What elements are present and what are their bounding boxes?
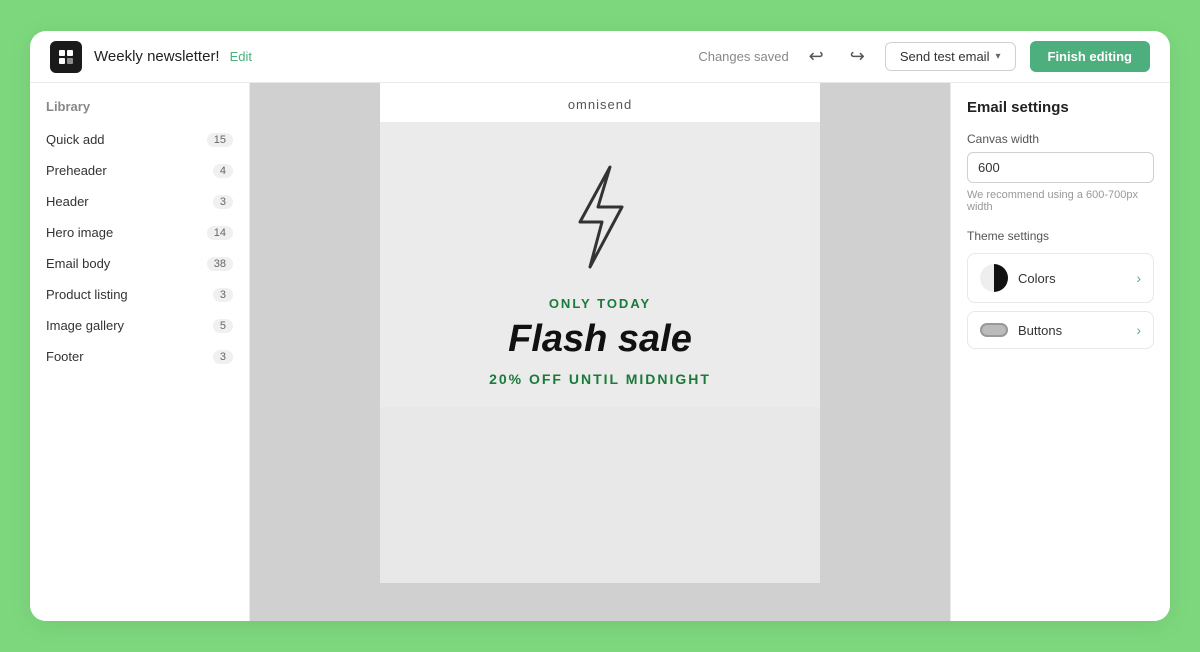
sidebar-item-hero-image[interactable]: Hero image 14	[30, 217, 249, 248]
finish-editing-button[interactable]: Finish editing	[1030, 41, 1151, 72]
sidebar-item-badge: 15	[207, 133, 233, 147]
sidebar-title: Library	[30, 99, 249, 124]
colors-label: Colors	[1018, 271, 1056, 286]
top-bar: Weekly newsletter! Edit Changes saved ↩ …	[30, 31, 1170, 83]
email-canvas: omnisend ONLY TODAY Flash sale 20% OFF U…	[380, 83, 820, 583]
sidebar-item-badge: 38	[207, 257, 233, 271]
sidebar-item-image-gallery[interactable]: Image gallery 5	[30, 310, 249, 341]
sidebar-item-label: Footer	[46, 349, 84, 364]
theme-settings-label: Theme settings	[967, 229, 1154, 243]
main-area: Library Quick add 15 Preheader 4 Header …	[30, 83, 1170, 621]
sidebar-item-label: Product listing	[46, 287, 128, 302]
brand-name: omnisend	[568, 97, 632, 112]
sidebar-item-quick-add[interactable]: Quick add 15	[30, 124, 249, 155]
recommend-text: We recommend using a 600-700px width	[967, 189, 1154, 213]
sidebar-item-label: Preheader	[46, 163, 107, 178]
only-today-text: ONLY TODAY	[549, 296, 651, 311]
sidebar-item-email-body[interactable]: Email body 38	[30, 248, 249, 279]
theme-colors-item[interactable]: Colors ›	[967, 253, 1154, 303]
flash-sale-text: Flash sale	[508, 319, 692, 361]
sidebar-item-label: Image gallery	[46, 318, 124, 333]
sidebar-item-badge: 3	[213, 195, 233, 209]
sidebar-item-label: Email body	[46, 256, 110, 271]
sidebar-item-preheader[interactable]: Preheader 4	[30, 155, 249, 186]
sidebar-item-label: Header	[46, 194, 89, 209]
email-canvas-area: omnisend ONLY TODAY Flash sale 20% OFF U…	[250, 83, 950, 621]
theme-colors-left: Colors	[980, 264, 1056, 292]
buttons-chevron-icon: ›	[1136, 322, 1141, 338]
theme-buttons-left: Buttons	[980, 323, 1062, 338]
edit-link[interactable]: Edit	[230, 49, 252, 64]
redo-button[interactable]: ↪	[844, 42, 871, 71]
sidebar-item-badge: 5	[213, 319, 233, 333]
canvas-width-label: Canvas width	[967, 132, 1154, 146]
sidebar-item-badge: 3	[213, 288, 233, 302]
sidebar-item-product-listing[interactable]: Product listing 3	[30, 279, 249, 310]
email-brand-bar: omnisend	[380, 83, 820, 122]
sidebar-item-footer[interactable]: Footer 3	[30, 341, 249, 372]
title-area: Weekly newsletter! Edit	[94, 48, 252, 65]
sidebar-item-badge: 4	[213, 164, 233, 178]
sidebar-item-header[interactable]: Header 3	[30, 186, 249, 217]
panel-title: Email settings	[967, 99, 1154, 116]
undo-button[interactable]: ↩	[803, 42, 830, 71]
sidebar-item-label: Hero image	[46, 225, 113, 240]
colors-chevron-icon: ›	[1136, 270, 1141, 286]
app-window: Weekly newsletter! Edit Changes saved ↩ …	[30, 31, 1170, 621]
document-title: Weekly newsletter!	[94, 48, 220, 65]
sidebar-item-badge: 14	[207, 226, 233, 240]
send-test-button[interactable]: Send test email ▾	[885, 42, 1016, 71]
changes-saved-status: Changes saved	[698, 49, 788, 64]
right-panel: Email settings Canvas width We recommend…	[950, 83, 1170, 621]
buttons-label: Buttons	[1018, 323, 1062, 338]
colors-icon	[980, 264, 1008, 292]
sidebar-item-badge: 3	[213, 350, 233, 364]
sidebar-item-label: Quick add	[46, 132, 105, 147]
send-test-chevron-icon: ▾	[995, 51, 1000, 62]
canvas-width-input[interactable]	[967, 152, 1154, 183]
app-logo	[50, 41, 82, 73]
theme-buttons-item[interactable]: Buttons ›	[967, 311, 1154, 349]
top-bar-right: Changes saved ↩ ↪ Send test email ▾ Fini…	[698, 41, 1150, 72]
sidebar: Library Quick add 15 Preheader 4 Header …	[30, 83, 250, 621]
send-test-label: Send test email	[900, 49, 990, 64]
lightning-icon	[560, 162, 640, 272]
buttons-icon	[980, 323, 1008, 337]
discount-text: 20% OFF UNTIL MIDNIGHT	[489, 371, 711, 387]
email-hero-section: ONLY TODAY Flash sale 20% OFF UNTIL MIDN…	[380, 122, 820, 407]
